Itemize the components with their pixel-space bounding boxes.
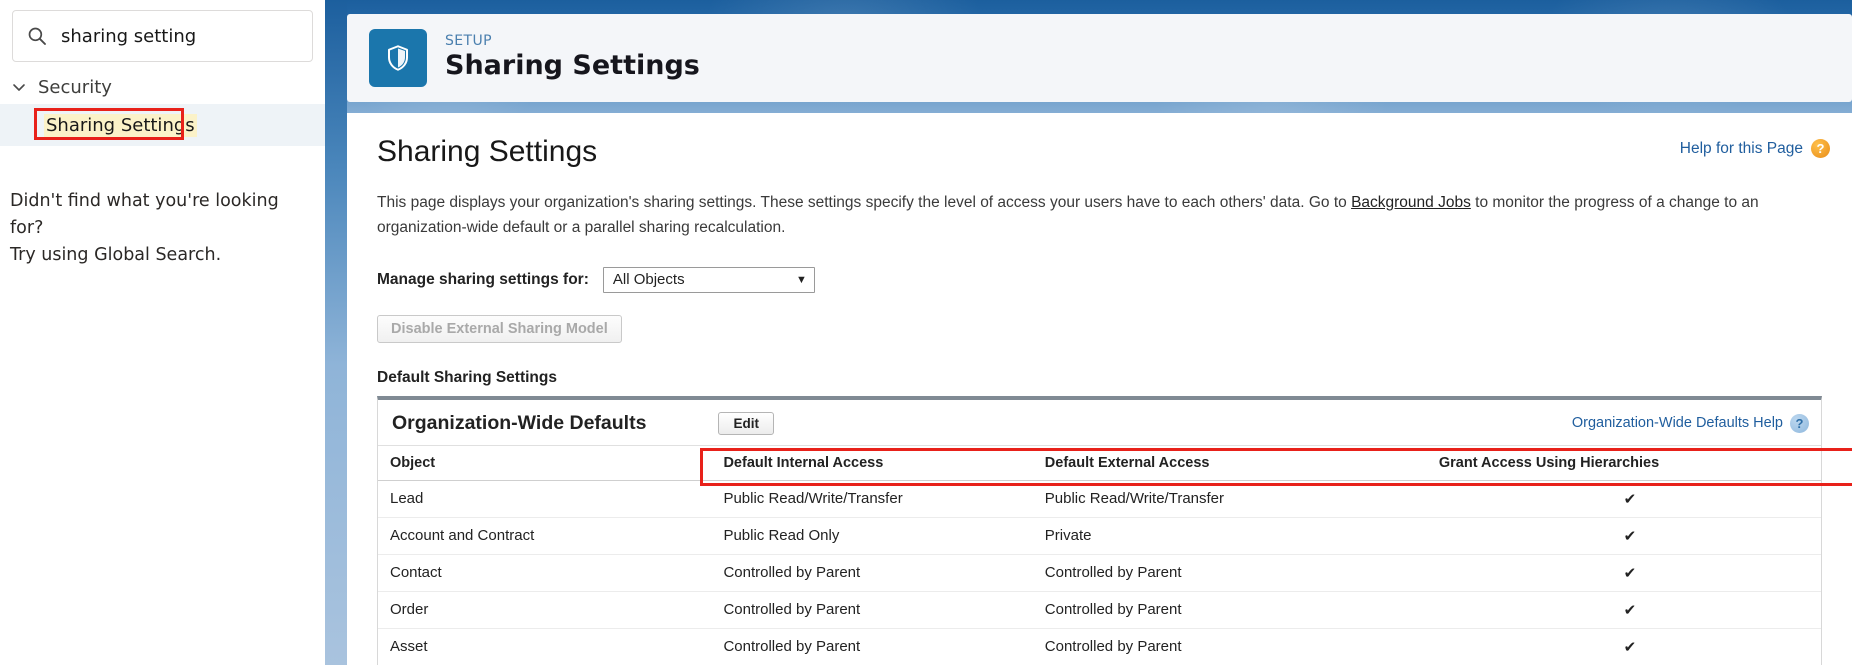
- sidebar-footer-hint: Didn't find what you're looking for? Try…: [0, 146, 325, 269]
- disable-external-sharing-model-button[interactable]: Disable External Sharing Model: [377, 314, 622, 343]
- cell-hierarchy-checkmark-icon: ✔: [1426, 480, 1821, 518]
- edit-button[interactable]: Edit: [718, 411, 774, 435]
- table-header: Object Default Internal Access Default E…: [378, 444, 1821, 481]
- cell-object: Lead: [378, 480, 712, 518]
- setup-eyebrow: SETUP: [445, 33, 492, 50]
- page-title: Sharing Settings: [377, 135, 598, 168]
- column-header-default-internal-access: Default Internal Access: [711, 444, 1033, 481]
- sidebar-item-label: Sharing Settings: [44, 113, 197, 137]
- setup-header-card: SETUP Sharing Settings: [347, 14, 1852, 102]
- setup-sidebar: sharing setting Security Sharing Setting…: [0, 0, 325, 665]
- question-mark-icon[interactable]: ?: [1790, 413, 1809, 433]
- table-header-row: Object Default Internal Access Default E…: [378, 444, 1821, 481]
- help-for-this-page-label: Help for this Page: [1679, 139, 1803, 157]
- owd-panel-title: Organization-Wide Defaults: [392, 411, 647, 434]
- cell-hierarchy-checkmark-icon: ✔: [1426, 591, 1821, 629]
- column-header-default-external-access: Default External Access: [1032, 444, 1427, 481]
- cell-internal: Controlled by Parent: [711, 554, 1033, 592]
- background-jobs-link[interactable]: Background Jobs: [1351, 194, 1471, 211]
- help-for-this-page-link[interactable]: Help for this Page ?: [1680, 139, 1830, 158]
- chevron-down-icon: [10, 78, 28, 96]
- cell-internal: Public Read Only: [711, 517, 1033, 555]
- table-row: Contact Controlled by Parent Controlled …: [378, 554, 1821, 592]
- cell-external: Controlled by Parent: [1032, 628, 1427, 665]
- chevron-down-icon: ▼: [795, 273, 807, 286]
- table-row: Lead Public Read/Write/Transfer Public R…: [378, 480, 1821, 518]
- cell-internal: Controlled by Parent: [711, 591, 1033, 629]
- main-content: SETUP Sharing Settings Help for this Pag…: [325, 0, 1852, 665]
- column-header-object: Object: [378, 444, 712, 481]
- owd-panel-header: Organization-Wide Defaults Edit Organiza…: [378, 399, 1821, 445]
- page-description: This page displays your organization's s…: [377, 191, 1822, 241]
- cell-hierarchy-checkmark-icon: ✔: [1426, 517, 1821, 555]
- cell-object: Order: [378, 591, 712, 629]
- cell-object: Account and Contract: [378, 517, 712, 555]
- sidebar-footer-line2: Try using Global Search.: [10, 245, 222, 266]
- left-gutter-strip: [325, 0, 347, 665]
- column-header-grant-access-using-hierarchies: Grant Access Using Hierarchies: [1426, 444, 1821, 481]
- sidebar-group-label: Security: [38, 76, 112, 98]
- organization-wide-defaults-panel: Organization-Wide Defaults Edit Organiza…: [377, 395, 1852, 665]
- manage-sharing-select[interactable]: All Objects ▼: [602, 266, 815, 293]
- sidebar-footer-line1: Didn't find what you're looking for?: [10, 191, 279, 239]
- search-icon: [27, 26, 47, 46]
- table-body: Lead Public Read/Write/Transfer Public R…: [378, 480, 1821, 665]
- cell-object: Contact: [378, 554, 712, 592]
- owd-help-label: Organization-Wide Defaults Help: [1571, 415, 1783, 432]
- table-row: Account and Contract Public Read Only Pr…: [378, 517, 1821, 555]
- cell-internal: Public Read/Write/Transfer: [711, 480, 1033, 518]
- table-row: Order Controlled by Parent Controlled by…: [378, 591, 1821, 629]
- cell-external: Controlled by Parent: [1032, 591, 1427, 629]
- page-description-part1: This page displays your organization's s…: [377, 194, 1352, 211]
- organization-wide-defaults-table: Object Default Internal Access Default E…: [378, 444, 1821, 665]
- quick-find-search[interactable]: sharing setting: [12, 10, 313, 62]
- manage-sharing-selected-value: All Objects: [612, 271, 685, 289]
- content-card: Help for this Page ? Sharing Settings Th…: [347, 113, 1852, 665]
- cell-hierarchy-checkmark-icon: ✔: [1426, 628, 1821, 665]
- cell-internal: Controlled by Parent: [711, 628, 1033, 665]
- table-row: Asset Controlled by Parent Controlled by…: [378, 628, 1821, 665]
- shield-icon: [369, 29, 427, 87]
- owd-help-link[interactable]: Organization-Wide Defaults Help ?: [1571, 413, 1809, 433]
- question-mark-icon[interactable]: ?: [1811, 139, 1830, 158]
- cell-hierarchy-checkmark-icon: ✔: [1426, 554, 1821, 592]
- setup-title: Sharing Settings: [445, 50, 700, 82]
- sidebar-group-security[interactable]: Security: [0, 62, 325, 104]
- cell-object: Asset: [378, 628, 712, 665]
- setup-page: sharing setting Security Sharing Setting…: [0, 0, 1852, 665]
- manage-sharing-settings-row: Manage sharing settings for: All Objects…: [377, 266, 1822, 293]
- cell-external: Public Read/Write/Transfer: [1032, 480, 1427, 518]
- sidebar-item-sharing-settings[interactable]: Sharing Settings: [0, 104, 325, 146]
- default-sharing-settings-heading: Default Sharing Settings: [377, 368, 557, 386]
- manage-sharing-label: Manage sharing settings for:: [377, 270, 589, 288]
- cell-external: Private: [1032, 517, 1427, 555]
- cell-external: Controlled by Parent: [1032, 554, 1427, 592]
- search-input-value[interactable]: sharing setting: [61, 26, 196, 47]
